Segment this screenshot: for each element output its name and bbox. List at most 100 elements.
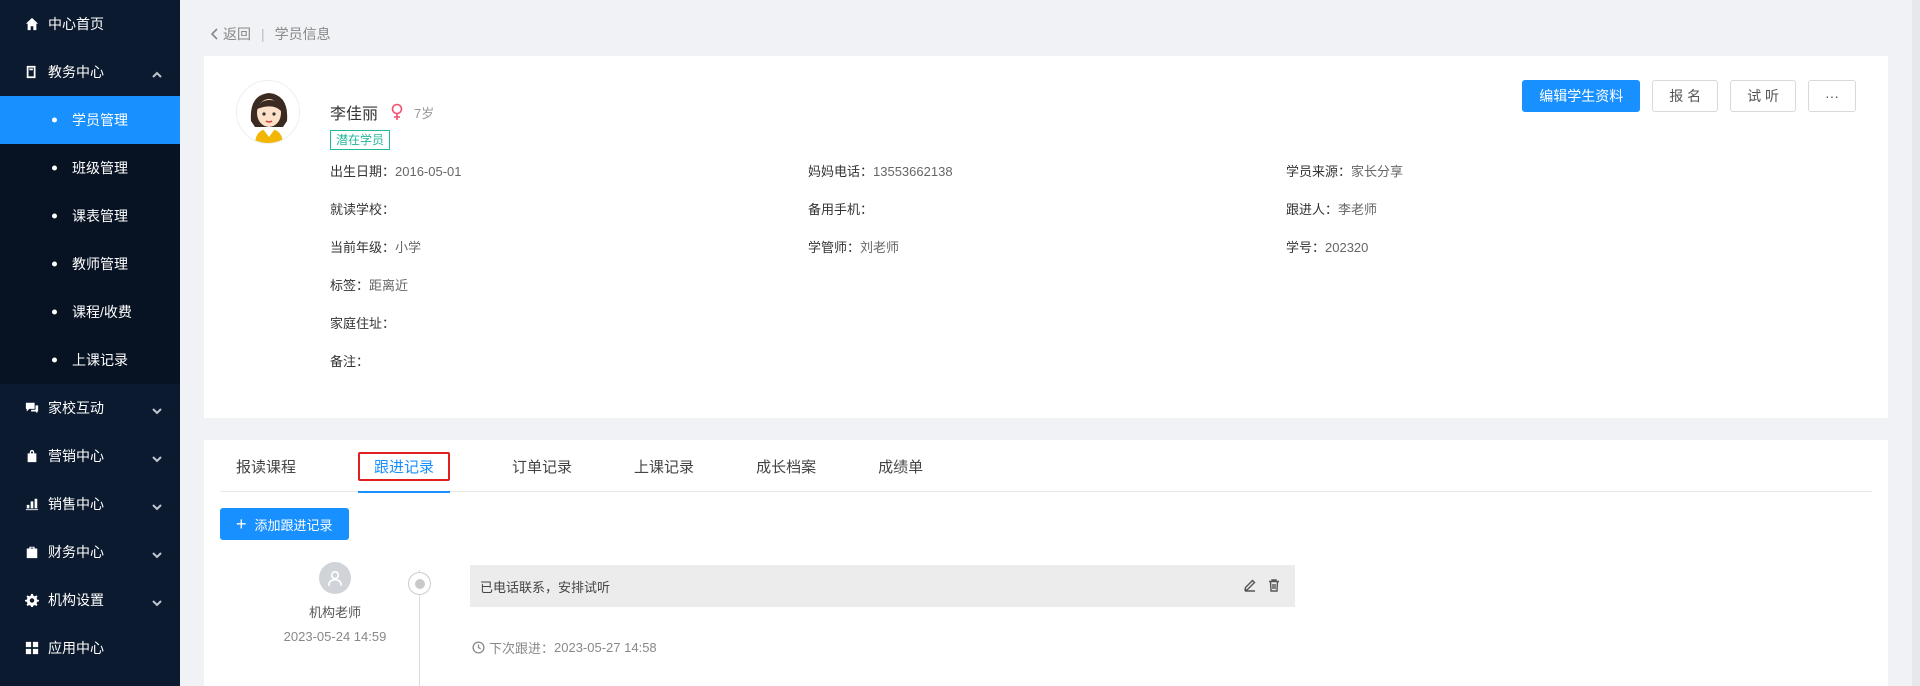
user-icon	[319, 562, 351, 594]
follower-field: 跟进人：李老师	[1286, 199, 1764, 237]
sidebar-item-class-management[interactable]: 班级管理	[0, 144, 180, 192]
student-name-row: 李佳丽 7岁	[330, 100, 434, 124]
field-label: 学管师：	[808, 240, 861, 255]
girl-avatar-icon	[237, 81, 299, 143]
back-label: 返回	[223, 26, 251, 42]
student-info-card: 李佳丽 7岁 潜在学员 编辑学生资料 报 名 试 听 ··· 出生日期：2016…	[204, 56, 1888, 418]
add-follow-record-label: 添加跟进记录	[254, 517, 333, 533]
nav-item-home-school[interactable]: 家校互动	[0, 384, 180, 432]
breadcrumb-current: 学员信息	[274, 26, 331, 42]
nav-label: 教务中心	[48, 64, 104, 80]
timeline-dot	[408, 572, 431, 595]
tab-label: 上课记录	[634, 458, 695, 476]
academic-submenu: 学员管理 班级管理 课表管理 教师管理 课程/收费 上课记录	[0, 96, 180, 384]
field-label: 出生日期：	[330, 164, 396, 179]
back-link[interactable]: 返回	[210, 24, 251, 44]
tab-order-records[interactable]: 订单记录	[512, 440, 572, 492]
address-field: 家庭住址：	[330, 313, 808, 351]
female-icon	[390, 103, 404, 121]
record-author: 机构老师 2023-05-24 14:59	[260, 562, 410, 644]
follow-record-content: 已电话联系，安排试听	[470, 565, 1295, 607]
nav-item-apps[interactable]: 应用中心	[0, 624, 180, 672]
next-follow-label: 下次跟进：	[489, 641, 555, 656]
edit-student-button[interactable]: 编辑学生资料	[1522, 80, 1641, 112]
nav-item-home[interactable]: 中心首页	[0, 0, 180, 48]
next-follow-time: 2023-05-27 14:58	[554, 640, 657, 655]
nav-label: 销售中心	[48, 496, 104, 512]
tab-class-records[interactable]: 上课记录	[634, 440, 694, 492]
field-value: 小学	[395, 240, 422, 255]
nav-label: 中心首页	[48, 16, 104, 32]
sidebar-item-student-management[interactable]: 学员管理	[0, 96, 180, 144]
enroll-button[interactable]: 报 名	[1652, 80, 1719, 112]
info-row: 备注：	[330, 351, 1830, 389]
tab-label: 订单记录	[512, 458, 573, 476]
field-value: 13553662138	[873, 164, 953, 179]
tab-report-card[interactable]: 成绩单	[878, 440, 923, 492]
chevron-down-icon[interactable]	[152, 499, 162, 511]
sidebar-item-course-fees[interactable]: 课程/收费	[0, 288, 180, 336]
info-row: 就读学校： 备用手机： 跟进人：李老师	[330, 199, 1830, 237]
chevron-up-icon[interactable]	[152, 67, 162, 78]
chat-icon	[24, 400, 40, 416]
info-row: 出生日期：2016-05-01 妈妈电话：13553662138 学员来源：家长…	[330, 161, 1830, 199]
sidebar-item-teacher-management[interactable]: 教师管理	[0, 240, 180, 288]
info-row: 家庭住址：	[330, 313, 1830, 351]
nav-item-settings[interactable]: 机构设置	[0, 576, 180, 624]
next-follow-up: 下次跟进： 2023-05-27 14:58	[472, 638, 657, 657]
field-value: 202320	[1325, 240, 1369, 255]
sidebar-item-class-records[interactable]: 上课记录	[0, 336, 180, 384]
chevron-left-icon	[210, 28, 218, 40]
student-no-field: 学号：202320	[1286, 237, 1764, 275]
birth-date-field: 出生日期：2016-05-01	[330, 161, 808, 199]
field-value: 家长分享	[1351, 164, 1404, 179]
field-label: 备用手机：	[808, 202, 874, 217]
info-row: 当前年级：小学 学管师：刘老师 学号：202320	[330, 237, 1830, 275]
wallet-icon	[24, 544, 40, 560]
nav-item-academic[interactable]: 教务中心	[0, 48, 180, 96]
clock-icon	[472, 641, 485, 654]
field-value: 2016-05-01	[395, 164, 462, 179]
tab-growth-archive[interactable]: 成长档案	[756, 440, 816, 492]
nav-label: 家校互动	[48, 400, 104, 416]
trial-button[interactable]: 试 听	[1730, 80, 1796, 112]
plus-icon: +	[236, 514, 247, 534]
chevron-down-icon[interactable]	[152, 547, 162, 559]
student-avatar	[236, 80, 300, 144]
nav-label: 机构设置	[48, 592, 104, 608]
tab-label: 成长档案	[756, 458, 817, 476]
nav-item-marketing[interactable]: 营销中心	[0, 432, 180, 480]
chevron-down-icon[interactable]	[152, 595, 162, 607]
nav-label: 营销中心	[48, 448, 104, 464]
edit-icon[interactable]	[1243, 578, 1257, 592]
grade-field: 当前年级：小学	[330, 237, 808, 275]
sidebar-item-schedule-management[interactable]: 课表管理	[0, 192, 180, 240]
chevron-down-icon[interactable]	[152, 451, 162, 463]
tab-enrolled-courses[interactable]: 报读课程	[236, 440, 296, 492]
record-text: 已电话联系，安排试听	[480, 579, 611, 595]
tab-bar: 报读课程 跟进记录 订单记录 上课记录 成长档案 成绩单	[220, 440, 1872, 493]
tab-follow-records[interactable]: 跟进记录	[358, 440, 451, 493]
trash-icon[interactable]	[1267, 578, 1281, 592]
nav-item-sales[interactable]: 销售中心	[0, 480, 180, 528]
chevron-down-icon[interactable]	[152, 403, 162, 415]
add-follow-record-button[interactable]: + 添加跟进记录	[220, 508, 349, 540]
gear-icon	[24, 592, 40, 608]
field-label: 就读学校：	[330, 202, 396, 217]
tab-label: 成绩单	[878, 458, 924, 476]
field-label: 学员来源：	[1286, 164, 1352, 179]
scrollbar[interactable]	[1912, 0, 1920, 686]
book-icon	[24, 64, 40, 80]
tags-field: 标签：距离近	[330, 275, 808, 313]
nav-item-finance[interactable]: 财务中心	[0, 528, 180, 576]
bag-icon	[24, 448, 40, 464]
note-field: 备注：	[330, 351, 808, 389]
main-content: 返回 | 学员信息 李佳丽 7岁 潜在学员 编辑学生资料 报 名 试 听 ···…	[180, 0, 1920, 686]
more-button[interactable]: ···	[1808, 80, 1856, 112]
field-value: 李老师	[1338, 202, 1378, 217]
field-label: 标签：	[330, 278, 370, 293]
info-row: 标签：距离近	[330, 275, 1830, 313]
home-icon	[24, 16, 40, 32]
record-actions	[1233, 578, 1281, 592]
sidebar: 中心首页 教务中心 学员管理 班级管理 课表管理 教师管理 课程/收费 上课记录…	[0, 0, 180, 686]
